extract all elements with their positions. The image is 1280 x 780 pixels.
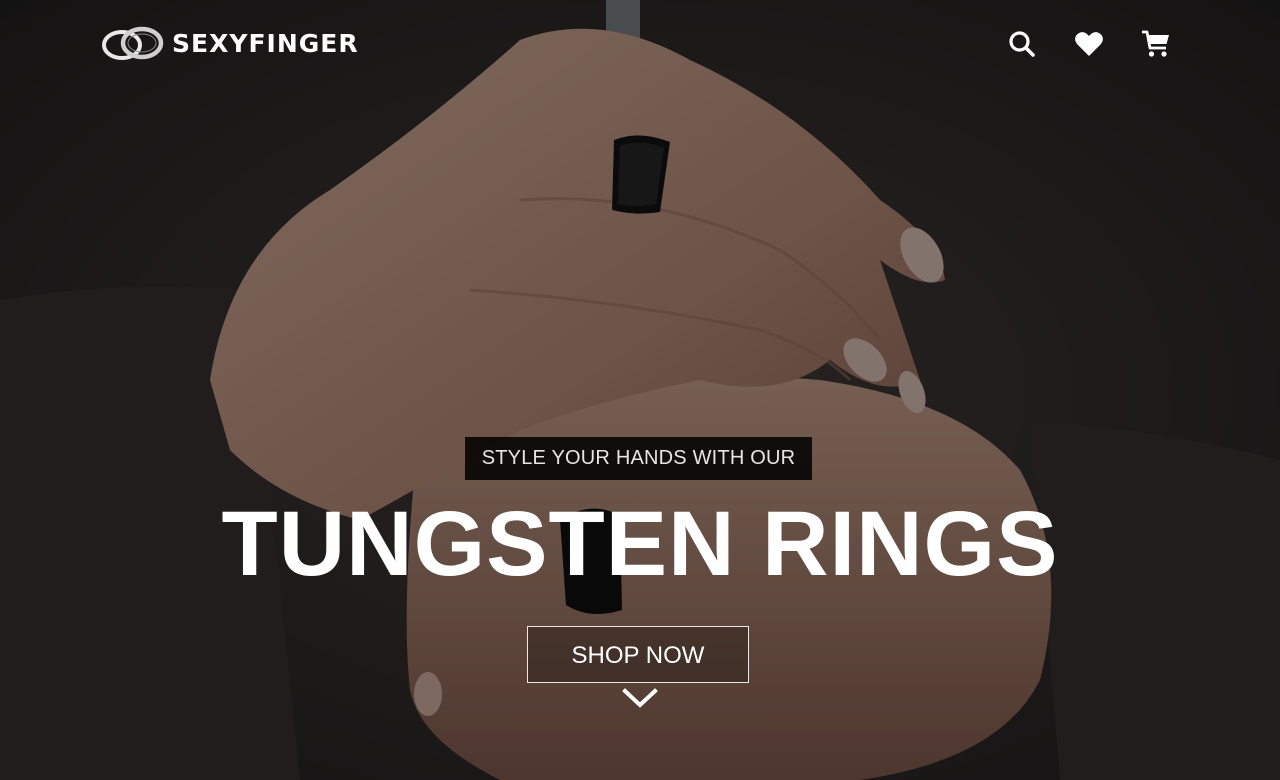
search-button[interactable] [1006,28,1038,60]
chevron-down-icon[interactable] [622,688,658,710]
cart-button[interactable] [1140,28,1172,60]
hero-tagline: STYLE YOUR HANDS WITH OUR [465,437,812,480]
cart-icon [1142,30,1169,57]
brand-name: SEXYFINGER [172,29,359,58]
header-actions [971,26,1172,62]
hero-banner: SEXYFINGER STYLE YOUR HANDS WITH OUR TUN… [0,0,1280,780]
wishlist-button[interactable] [1073,28,1105,60]
heart-icon [1075,32,1103,56]
hero-headline: TUNGSTEN RINGS [221,493,1059,595]
search-icon [1009,31,1035,57]
shop-now-button[interactable]: SHOP NOW [527,626,749,683]
brand-logo[interactable]: SEXYFINGER [100,26,359,62]
rings-logo-icon [102,26,164,60]
site-header: SEXYFINGER [0,0,1280,90]
